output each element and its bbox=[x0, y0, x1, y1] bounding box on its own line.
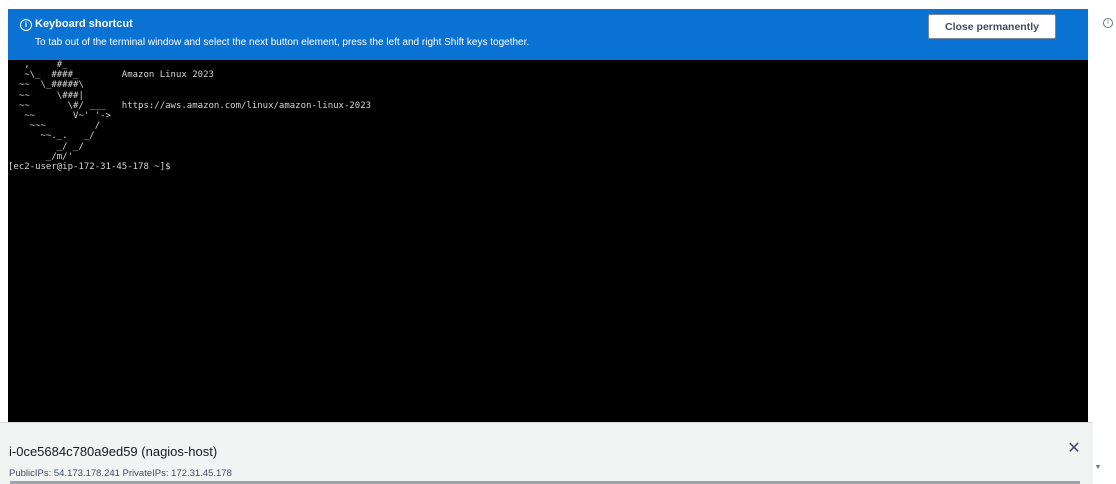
banner-title: Keyboard shortcut bbox=[35, 18, 133, 30]
keyboard-shortcut-banner: i Keyboard shortcut To tab out of the te… bbox=[8, 9, 1088, 60]
instance-ip-addresses: PublicIPs: 54.173.178.241 PrivateIPs: 17… bbox=[9, 468, 232, 479]
banner-message: To tab out of the terminal window and se… bbox=[35, 37, 530, 48]
vertical-scrollbar[interactable] bbox=[1093, 0, 1103, 484]
scroll-down-arrow-icon[interactable]: ▼ bbox=[1094, 464, 1102, 472]
terminal-output[interactable]: , #_ ~\_ ####_ Amazon Linux 2023 ~~ \_##… bbox=[8, 60, 371, 172]
session-manager-window: i Keyboard shortcut To tab out of the te… bbox=[0, 0, 1116, 484]
close-permanently-button[interactable]: Close permanently bbox=[928, 14, 1056, 39]
info-circle-icon: i bbox=[20, 19, 32, 31]
close-icon[interactable]: ✕ bbox=[1066, 440, 1082, 456]
instance-info-panel: i-0ce5684c780a9ed59 (nagios-host) Public… bbox=[0, 422, 1093, 484]
settings-icon[interactable]: i bbox=[1103, 18, 1113, 28]
instance-title: i-0ce5684c780a9ed59 (nagios-host) bbox=[9, 444, 218, 459]
terminal-window[interactable]: , #_ ~\_ ####_ Amazon Linux 2023 ~~ \_##… bbox=[8, 60, 1088, 422]
